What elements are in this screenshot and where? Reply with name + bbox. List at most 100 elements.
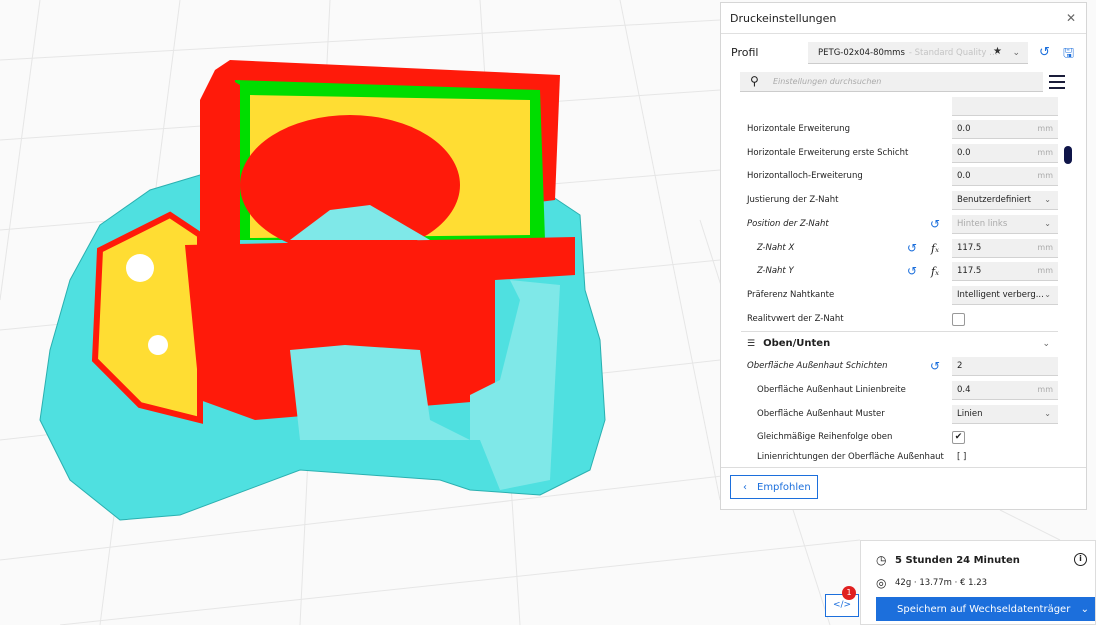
setting-value: 0.4 [957,384,971,395]
model-box-left-wall [200,70,240,250]
setting-value: 2 [957,360,963,371]
setting-row: Position der Z-Naht ↺ Hinten links ⌄ [721,212,1071,236]
setting-value: Benutzerdefiniert [957,194,1031,205]
setting-row: Z-Naht Y ↺ fₓ 117.5 mm [721,259,1071,283]
setting-value: 0.0 [957,170,971,181]
section-title: Oben/Unten [763,338,831,349]
spool-icon: ◎ [876,576,887,590]
settings-search-input[interactable]: ⚲ Einstellungen durchsuchen [740,72,1043,92]
reset-icon[interactable]: ↺ [930,359,940,373]
setting-row: Linienrichtungen der Oberfläche Außenhau… [721,445,1071,467]
setting-label: Gleichmäßige Reihenfolge oben [757,432,893,442]
setting-value[interactable]: [ ] [957,452,966,462]
unit: mm [1037,385,1053,394]
setting-label: Oberfläche Außenhaut Schichten [747,361,888,371]
setting-value: 117.5 [957,265,982,276]
setting-input[interactable]: 2 [952,356,1058,376]
reset-profile-icon[interactable]: ↺ [1039,45,1050,60]
setting-value: Intelligent verberg... [957,289,1044,300]
profile-name: PETG-02x04-80mms [818,47,905,58]
print-summary: ◷ 5 Stunden 24 Minuten i ◎ 42g · 13.77m … [860,540,1096,625]
setting-label: Z-Naht Y [757,266,794,276]
panel-footer: ‹ Empfohlen [721,467,1086,510]
print-settings-panel: Druckeinstellungen ✕ Profil PETG-02x04-8… [720,2,1087,510]
setting-row: Oberfläche Außenhaut Schichten ↺ 2 [721,354,1071,378]
setting-row: Oberfläche Außenhaut Linienbreite 0.4 mm [721,378,1071,402]
setting-value: 0.0 [957,147,971,158]
chevron-down-icon[interactable]: ⌄ [1081,604,1089,615]
search-icon: ⚲ [750,74,759,88]
hole [126,254,154,282]
profile-subtitle: - Standard Quality - 0... [908,47,999,58]
setting-value: 0.0 [957,123,971,134]
setting-label: Position der Z-Naht [747,219,829,229]
reset-icon[interactable]: ↺ [930,217,940,231]
unit: mm [1037,124,1053,133]
setting-input[interactable]: 117.5 mm [952,261,1058,281]
setting-dropdown[interactable]: Benutzerdefiniert ⌄ [952,190,1058,210]
setting-checkbox[interactable]: ✔ [952,430,965,444]
save-to-removable-button[interactable]: Speichern auf Wechseldatenträger ⌄ [876,597,1095,621]
chevron-down-icon: ⌄ [1044,409,1051,418]
scrollbar[interactable] [1064,146,1072,164]
setting-label: Realitvwert der Z-Naht [747,314,844,324]
chevron-down-icon: ⌄ [1044,290,1051,299]
setting-input[interactable]: 0.4 mm [952,380,1058,400]
setting-value: 117.5 [957,242,982,253]
chevron-down-icon: ⌄ [1044,219,1051,228]
setting-label: Präferenz Nahtkante [747,290,835,300]
menu-icon[interactable] [1049,75,1065,93]
recommended-button[interactable]: ‹ Empfohlen [730,475,818,499]
unit: mm [1037,148,1053,157]
profile-select[interactable]: PETG-02x04-80mms - Standard Quality - 0.… [808,42,1028,64]
setting-row: Präferenz Nahtkante Intelligent verberg..… [721,283,1071,307]
clock-icon: ◷ [876,553,887,567]
panel-title: Druckeinstellungen [721,3,1086,34]
setting-label: Justierung der Z-Naht [747,195,839,205]
section-top-bottom[interactable]: ☰ Oben/Unten ⌄ [741,331,1058,355]
info-icon[interactable]: i [1074,553,1087,566]
setting-row: Justierung der Z-Naht Benutzerdefiniert ⌄ [721,188,1071,212]
top-bottom-icon: ☰ [747,338,756,349]
recommended-label: Empfohlen [757,481,811,493]
chevron-down-icon: ⌄ [1012,47,1020,58]
chevron-down-icon: ⌄ [1044,195,1051,204]
setting-label: Horizontalloch-Erweiterung [747,171,863,181]
material-usage: 42g · 13.77m · € 1.23 [895,578,988,588]
hole [148,335,168,355]
chevron-down-icon: ⌄ [1042,338,1050,349]
setting-row: Z-Naht X ↺ fₓ 117.5 mm [721,236,1071,260]
setting-input[interactable]: 0.0 mm [952,143,1058,163]
setting-checkbox[interactable] [952,312,965,326]
setting-value: Linien [957,408,983,419]
setting-dropdown[interactable]: Hinten links ⌄ [952,214,1058,234]
setting-value: Hinten links [957,218,1008,229]
function-icon[interactable]: fₓ [931,242,939,255]
setting-label: Horizontale Erweiterung erste Schicht [747,148,909,158]
setting-label: Linienrichtungen der Oberfläche Außenhau… [757,452,944,462]
setting-row: Oberfläche Außenhaut Muster Linien ⌄ [721,402,1071,426]
search-placeholder: Einstellungen durchsuchen [773,77,882,86]
setting-label: Horizontale Erweiterung [747,124,850,134]
setting-row: Horizontale Erweiterung 0.0 mm [721,117,1071,141]
setting-row: Realitvwert der Z-Naht [721,307,1071,331]
setting-row: Horizontalloch-Erweiterung 0.0 mm [721,164,1071,188]
reset-icon[interactable]: ↺ [907,264,917,278]
setting-field-cut[interactable] [952,96,1058,116]
close-icon[interactable]: ✕ [1066,11,1076,25]
setting-label: Oberfläche Außenhaut Muster [757,409,885,419]
star-icon[interactable]: ★ [993,46,1002,57]
unit: mm [1037,243,1053,252]
setting-input[interactable]: 0.0 mm [952,119,1058,139]
setting-input[interactable]: 0.0 mm [952,166,1058,186]
setting-dropdown[interactable]: Intelligent verberg... ⌄ [952,285,1058,305]
setting-label: Z-Naht X [757,243,795,253]
reset-icon[interactable]: ↺ [907,241,917,255]
setting-input[interactable]: 117.5 mm [952,238,1058,258]
function-icon[interactable]: fₓ [931,265,939,278]
profile-label: Profil [731,46,759,59]
save-profile-icon[interactable]: 🖫 [1063,44,1074,66]
settings-list: Horizontale Erweiterung 0.0 mm Horizontale… [721,95,1071,467]
setting-dropdown[interactable]: Linien ⌄ [952,404,1058,424]
print-time: 5 Stunden 24 Minuten [895,555,1020,566]
